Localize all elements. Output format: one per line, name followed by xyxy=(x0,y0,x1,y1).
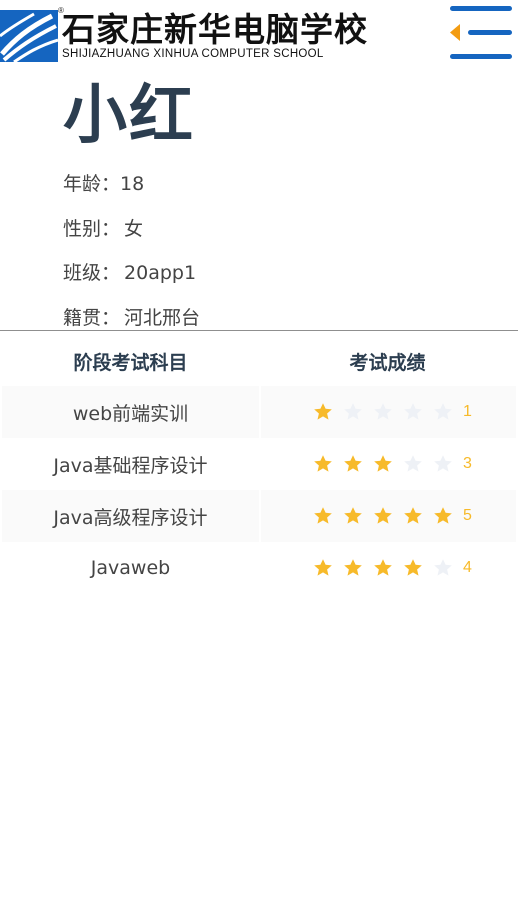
star-empty-icon[interactable] xyxy=(403,401,433,423)
star-filled-icon[interactable] xyxy=(403,557,433,579)
star-filled-icon[interactable] xyxy=(343,505,373,527)
subject-cell: Java高级程序设计 xyxy=(2,490,259,542)
score-rating[interactable]: 1 xyxy=(261,386,516,438)
score-value: 1 xyxy=(463,403,472,420)
star-empty-icon[interactable] xyxy=(403,453,433,475)
section-divider xyxy=(0,330,518,331)
info-class: 班级： 20app1 xyxy=(63,261,196,285)
info-value: 河北邢台 xyxy=(124,307,201,329)
star-filled-icon[interactable] xyxy=(373,453,403,475)
subject-cell: Java基础程序设计 xyxy=(53,454,208,477)
star-empty-icon[interactable] xyxy=(343,401,373,423)
score-value: 5 xyxy=(463,507,472,524)
student-name: 小红 xyxy=(63,79,195,153)
star-filled-icon[interactable] xyxy=(403,505,433,527)
info-value: 20app1 xyxy=(124,262,197,284)
info-value: 18 xyxy=(120,173,145,195)
table-row: Java基础程序设计 3 xyxy=(2,438,516,490)
star-filled-icon[interactable] xyxy=(313,505,343,527)
star-filled-icon[interactable] xyxy=(373,557,403,579)
score-rating[interactable]: 3 xyxy=(261,438,516,490)
menu-button[interactable] xyxy=(446,4,514,62)
logo-english-text: SHIJIAZHUANG XINHUA COMPUTER SCHOOL xyxy=(62,48,324,60)
table-row: Java高级程序设计 5 xyxy=(2,490,516,542)
header-subject: 阶段考试科目 xyxy=(73,351,188,374)
info-value: 女 xyxy=(124,218,144,240)
menu-icon xyxy=(450,6,512,59)
star-filled-icon[interactable] xyxy=(433,505,463,527)
student-profile: 小红 xyxy=(63,78,195,154)
star-empty-icon[interactable] xyxy=(433,453,463,475)
subject-cell: web前端实训 xyxy=(2,386,259,438)
info-gender: 性别：女 xyxy=(63,217,143,241)
info-hometown: 籍贯： 河北邢台 xyxy=(63,306,200,330)
table-row: Javaweb 4 xyxy=(2,542,516,594)
info-label: 年龄： xyxy=(63,173,121,195)
logo-emblem xyxy=(0,10,58,62)
star-filled-icon[interactable] xyxy=(313,453,343,475)
star-filled-icon[interactable] xyxy=(343,453,373,475)
star-filled-icon[interactable] xyxy=(373,505,403,527)
info-age: 年龄：18 xyxy=(63,172,144,196)
star-filled-icon[interactable] xyxy=(313,401,343,423)
scores-table: 阶段考试科目 考试成绩 web前端实训 1 Java基础程序设计 3 Java高级程序设… xyxy=(2,336,516,594)
score-value: 4 xyxy=(463,559,472,576)
subject-cell: Javaweb xyxy=(90,557,171,579)
score-rating[interactable]: 5 xyxy=(261,490,516,542)
app-header: ® 石家庄新华电脑学校 SHIJIAZHUANG XINHUA COMPUTER… xyxy=(0,0,518,66)
info-label: 籍贯： xyxy=(63,307,121,329)
info-label: 性别： xyxy=(63,218,121,240)
star-empty-icon[interactable] xyxy=(373,401,403,423)
score-value: 3 xyxy=(463,455,472,472)
header-score: 考试成绩 xyxy=(349,351,426,374)
star-empty-icon[interactable] xyxy=(433,401,463,423)
star-filled-icon[interactable] xyxy=(343,557,373,579)
star-empty-icon[interactable] xyxy=(433,557,463,579)
info-label: 班级： xyxy=(63,262,121,284)
table-header: 阶段考试科目 考试成绩 xyxy=(2,336,516,386)
school-logo[interactable]: ® 石家庄新华电脑学校 SHIJIAZHUANG XINHUA COMPUTER… xyxy=(0,6,367,62)
table-body: web前端实训 1 Java基础程序设计 3 Java高级程序设计 5 Javaweb 4 xyxy=(2,386,516,594)
table-row: web前端实训 1 xyxy=(2,386,516,438)
star-filled-icon[interactable] xyxy=(313,557,343,579)
logo-chinese-text: 石家庄新华电脑学校 xyxy=(62,10,368,49)
score-rating[interactable]: 4 xyxy=(261,542,516,594)
